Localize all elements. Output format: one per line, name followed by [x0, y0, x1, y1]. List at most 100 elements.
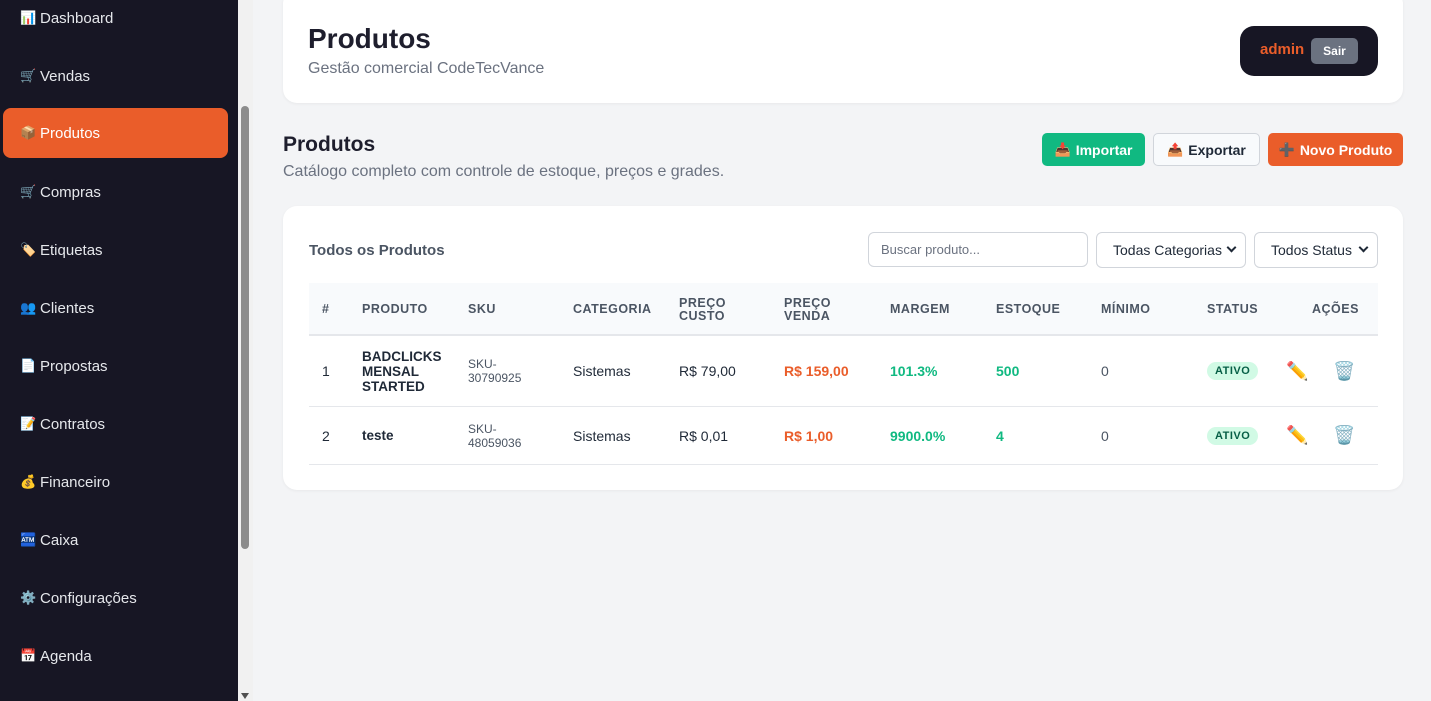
products-table-card: Todos os Produtos Todas Categorias Todos… [283, 206, 1403, 490]
logout-button[interactable]: Sair [1311, 38, 1358, 64]
minimum-stock: 0 [1101, 363, 1109, 379]
column-header: AÇÕES [1312, 302, 1359, 316]
sidebar-item-configuracoes[interactable]: ⚙️ Configurações [3, 573, 228, 623]
plus-icon: ➕ [1278, 141, 1295, 157]
document-icon: 📄 [20, 358, 37, 373]
import-button[interactable]: 📥 Importar [1042, 133, 1145, 166]
sidebar-item-vendas[interactable]: 🛒 Vendas [3, 51, 228, 101]
sidebar-item-caixa[interactable]: 🏧 Caixa [3, 515, 228, 565]
export-button[interactable]: 📤 Exportar [1153, 133, 1260, 166]
new-product-button[interactable]: ➕ Novo Produto [1268, 133, 1403, 166]
status-select[interactable]: Todos Status [1254, 232, 1378, 268]
product-sku: SKU-48059036 [468, 421, 522, 450]
column-header: MÍNIMO [1101, 302, 1151, 316]
column-header: CATEGORIA [573, 302, 652, 316]
category-select[interactable]: Todas Categorias [1096, 232, 1246, 268]
sidebar-item-compras[interactable]: 🛒 Compras [3, 167, 228, 217]
sidebar-item-produtos[interactable]: 📦 Produtos [3, 108, 228, 158]
stock: 4 [996, 427, 1004, 444]
sidebar-item-contratos[interactable]: 📝 Contratos [3, 399, 228, 449]
product-sku: SKU-30790925 [468, 357, 522, 385]
category-select-value: Todas Categorias [1113, 242, 1222, 258]
column-header: PREÇO VENDA [784, 295, 831, 323]
inbox-tray-icon: 📥 [1054, 141, 1071, 157]
sidebar-scrollbar[interactable] [238, 0, 253, 701]
status-cell: ATIVO [1207, 336, 1259, 406]
gear-icon: ⚙️ [20, 590, 37, 605]
scroll-down-arrow-icon[interactable] [241, 693, 249, 699]
trash-icon[interactable]: 🗑️ [1333, 336, 1355, 406]
status-cell: ATIVO [1207, 407, 1259, 464]
users-icon: 👥 [20, 300, 37, 315]
sidebar-item-label: Vendas [40, 67, 91, 85]
column-header: STATUS [1207, 302, 1259, 316]
sale-price: R$ 159,00 [784, 363, 849, 379]
column-header: MARGEM [890, 302, 950, 316]
chevron-down-icon [1226, 242, 1237, 253]
sidebar-item-label: Propostas [40, 357, 108, 375]
column-header: PREÇO CUSTO [679, 295, 726, 323]
sidebar-item-label: Dashboard [40, 9, 114, 27]
edit-pencil-icon[interactable]: ✏️ [1286, 336, 1308, 406]
user-name: admin [1260, 41, 1305, 58]
sidebar-item-label: Contratos [40, 415, 106, 433]
outbox-tray-icon: 📤 [1167, 141, 1184, 157]
sidebar: 📊 Dashboard 🛒 Vendas 📦 Produtos 🛒 Compra… [0, 0, 238, 701]
money-bag-icon: 💰 [20, 474, 37, 489]
search-input[interactable] [868, 232, 1088, 267]
sidebar-item-label: Compras [40, 183, 101, 201]
cart-icon: 🛒 [20, 184, 37, 199]
export-label: Exportar [1188, 141, 1246, 158]
atm-icon: 🏧 [20, 532, 37, 547]
stock: 500 [996, 363, 1020, 379]
sidebar-item-clientes[interactable]: 👥 Clientes [3, 283, 228, 333]
minimum-stock: 0 [1101, 427, 1109, 444]
status-badge: ATIVO [1207, 426, 1259, 445]
sidebar-item-financeiro[interactable]: 💰 Financeiro [3, 457, 228, 507]
header-subtitle: Gestão comercial CodeTecVance [308, 60, 545, 77]
table-header: # PRODUTO SKU CATEGORIA PREÇO CUSTO PREÇ… [309, 283, 1378, 336]
column-header: PRODUTO [362, 302, 428, 316]
sidebar-item-label: Clientes [40, 299, 95, 317]
memo-icon: 📝 [20, 416, 37, 431]
chevron-down-icon [1358, 242, 1369, 253]
status-select-value: Todos Status [1271, 242, 1352, 258]
sidebar-item-agenda[interactable]: 📅 Agenda [3, 631, 228, 681]
column-header: ESTOQUE [996, 302, 1061, 316]
import-label: Importar [1075, 141, 1133, 158]
page-description: Catálogo completo com controle de estoqu… [283, 163, 725, 180]
user-badge: admin Sair [1240, 26, 1378, 76]
tag-icon: 🏷️ [20, 242, 37, 257]
sidebar-item-dashboard[interactable]: 📊 Dashboard [3, 0, 228, 43]
sidebar-item-label: Configurações [40, 589, 137, 607]
cost-price: R$ 0,01 [679, 427, 729, 444]
card-title: Todos os Produtos [309, 242, 445, 259]
margin: 101.3% [890, 363, 938, 379]
edit-pencil-icon[interactable]: ✏️ [1286, 407, 1308, 464]
sidebar-item-label: Etiquetas [40, 241, 103, 259]
sidebar-item-label: Agenda [40, 647, 92, 665]
margin: 9900.0% [890, 427, 946, 444]
status-badge: ATIVO [1207, 362, 1259, 380]
sidebar-item-label: Caixa [40, 531, 79, 549]
header-card: Produtos Gestão comercial CodeTecVance a… [283, 0, 1403, 103]
product-name: BADCLICKS MENSAL STARTED [362, 348, 442, 394]
table-row: 2 teste SKU-48059036 Sistemas R$ 0,01 R$… [309, 407, 1378, 465]
cart-icon: 🛒 [20, 68, 37, 83]
product-category: Sistemas [573, 363, 631, 379]
cost-price: R$ 79,00 [679, 363, 736, 379]
trash-icon[interactable]: 🗑️ [1333, 407, 1355, 464]
column-header: # [322, 302, 330, 316]
package-icon: 📦 [20, 125, 37, 140]
table-row: 1 BADCLICKS MENSAL STARTED SKU-30790925 … [309, 336, 1378, 407]
product-name: teste [362, 428, 394, 443]
product-category: Sistemas [573, 427, 631, 444]
sidebar-item-etiquetas[interactable]: 🏷️ Etiquetas [3, 225, 228, 275]
column-header: SKU [468, 302, 496, 316]
sidebar-item-label: Produtos [40, 124, 101, 142]
chart-icon: 📊 [20, 10, 37, 25]
sidebar-item-propostas[interactable]: 📄 Propostas [3, 341, 228, 391]
sidebar-item-label: Financeiro [40, 473, 111, 491]
page-title: Produtos [283, 133, 376, 156]
scrollbar-thumb[interactable] [241, 106, 249, 549]
